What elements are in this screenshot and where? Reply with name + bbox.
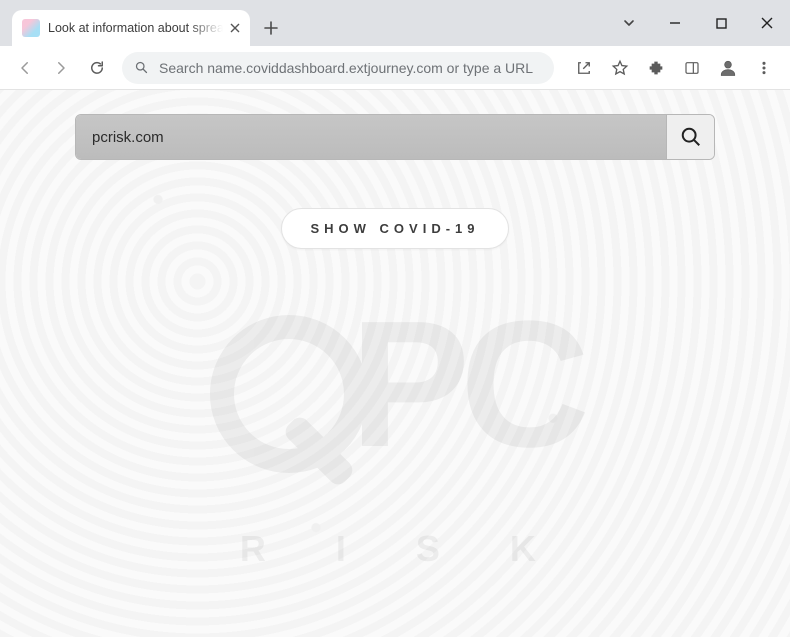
new-tab-button[interactable] [256, 13, 286, 43]
share-icon[interactable] [568, 52, 600, 84]
reload-button[interactable] [82, 53, 112, 83]
page-search-bar [75, 114, 715, 160]
maximize-button[interactable] [698, 3, 744, 43]
side-panel-icon[interactable] [676, 52, 708, 84]
window-titlebar: Look at information about spread of COVI… [0, 0, 790, 46]
tabs-dropdown-icon[interactable] [606, 3, 652, 43]
page-content: SHOW COVID-19 [75, 90, 715, 249]
forward-button[interactable] [46, 53, 76, 83]
browser-toolbar: Search name.coviddashboard.extjourney.co… [0, 46, 790, 90]
close-tab-icon[interactable] [229, 20, 240, 36]
minimize-button[interactable] [652, 3, 698, 43]
extensions-icon[interactable] [640, 52, 672, 84]
profile-avatar-icon[interactable] [712, 52, 744, 84]
bookmark-star-icon[interactable] [604, 52, 636, 84]
page-search-button[interactable] [666, 115, 714, 159]
address-bar-text: Search name.coviddashboard.extjourney.co… [159, 60, 542, 76]
magnifier-icon [210, 315, 350, 455]
window-controls [606, 0, 790, 46]
page-search-input[interactable] [76, 115, 666, 159]
search-icon [134, 60, 149, 75]
page-viewport: PC R I S K SHOW COVID-19 [0, 90, 790, 637]
browser-tab[interactable]: Look at information about spread of COVI… [12, 10, 250, 46]
watermark: PC [210, 295, 580, 475]
back-button[interactable] [10, 53, 40, 83]
tab-favicon [22, 19, 40, 37]
address-bar[interactable]: Search name.coviddashboard.extjourney.co… [122, 52, 554, 84]
show-covid-button[interactable]: SHOW COVID-19 [281, 208, 508, 249]
tab-title: Look at information about spread of COVI… [48, 21, 223, 35]
kebab-menu-icon[interactable] [748, 52, 780, 84]
watermark-text-large: PC [350, 295, 580, 475]
watermark-text-small: R I S K [240, 528, 566, 570]
close-window-button[interactable] [744, 3, 790, 43]
